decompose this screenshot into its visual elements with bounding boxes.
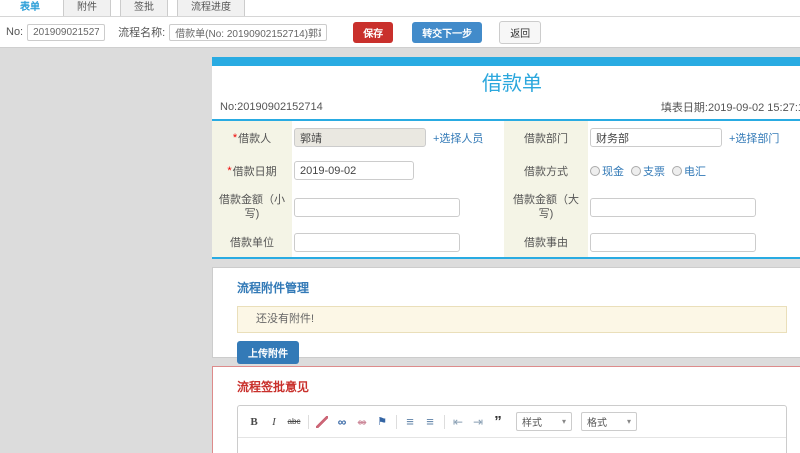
amount-small-input[interactable] [294, 197, 460, 217]
save-button[interactable]: 保存 [353, 21, 394, 43]
amount-small-label: 借款金额（小写) [212, 187, 292, 227]
approval-heading: 流程签批意见 [237, 380, 310, 394]
ordered-list-icon[interactable]: ≡ [402, 414, 418, 429]
loan-reason-input[interactable] [590, 232, 756, 252]
amount-small-cell [292, 187, 504, 227]
borrower-input[interactable] [294, 128, 426, 147]
styles-dropdown[interactable]: 样式 ▾ [516, 412, 572, 431]
borrower-cell: +选择人员 [292, 121, 504, 154]
select-department-link[interactable]: +选择部门 [729, 130, 779, 146]
card-top-strip [212, 57, 800, 66]
back-button[interactable]: 返回 [499, 20, 542, 44]
process-name-label: 流程名称: [118, 27, 166, 39]
outdent-icon[interactable]: ⇤ [450, 414, 466, 429]
tab-form[interactable]: 表单 [6, 0, 54, 16]
indent-icon[interactable]: ⇥ [470, 414, 486, 429]
department-input[interactable] [590, 128, 722, 147]
attachments-heading: 流程附件管理 [237, 281, 310, 295]
loan-method-label: 借款方式 [504, 154, 588, 187]
blockquote-icon[interactable]: ” [490, 414, 506, 429]
format-dropdown[interactable]: 格式 ▾ [581, 412, 637, 431]
amount-big-cell [588, 187, 800, 227]
toolbar-separator [444, 414, 445, 429]
department-label: 借款部门 [504, 121, 588, 154]
radio-wire[interactable]: 电汇 [672, 163, 706, 179]
link-icon[interactable]: ∞ [334, 414, 350, 429]
doc-meta-row: No:20190902152714 填表日期:2019-09-02 15:27:… [212, 97, 800, 119]
radio-cheque[interactable]: 支票 [631, 163, 665, 179]
loan-form-card: 借款单 No:20190902152714 填表日期:2019-09-02 15… [212, 57, 800, 259]
department-cell: +选择部门 [588, 121, 800, 154]
italic-icon[interactable]: I [266, 414, 282, 429]
radio-cheque-circle[interactable] [631, 165, 641, 176]
no-input[interactable] [27, 23, 106, 41]
chevron-down-icon: ▾ [561, 417, 566, 426]
radio-cash[interactable]: 现金 [590, 163, 624, 179]
approval-card: 流程签批意见 B I abc ∞ ∞ ⚑ ≡ ≡ ⇤ ⇥ ” 样式 ▾ 格式 ▾ [212, 366, 800, 453]
loan-unit-label: 借款单位 [212, 227, 292, 257]
select-person-link[interactable]: +选择人员 [433, 130, 483, 146]
loan-form-grid: * 借款人 +选择人员 借款部门 +选择部门 * 借款日期 [212, 121, 800, 257]
loan-reason-cell [588, 227, 800, 257]
page-title: 借款单 [482, 73, 542, 95]
upload-attachment-button[interactable]: 上传附件 [237, 341, 299, 364]
editor-content-area[interactable] [238, 438, 786, 453]
anchor-flag-icon[interactable]: ⚑ [374, 414, 390, 429]
forward-next-step-button[interactable]: 转交下一步 [412, 21, 483, 43]
page-background: 借款单 No:20190902152714 填表日期:2019-09-02 15… [0, 48, 800, 453]
top-tab-bar: 表单 附件 签批 流程进度 [0, 0, 800, 17]
tab-attachment[interactable]: 附件 [63, 0, 111, 16]
radio-wire-circle[interactable] [672, 165, 682, 176]
divider-bottom [212, 257, 800, 259]
tab-process-progress[interactable]: 流程进度 [177, 0, 245, 16]
unlink-icon[interactable]: ∞ [354, 414, 370, 429]
radio-cash-circle[interactable] [590, 165, 600, 176]
toolbar-separator [308, 414, 309, 429]
loan-reason-label: 借款事由 [504, 227, 588, 257]
chevron-down-icon: ▾ [626, 417, 631, 426]
loan-date-input[interactable] [294, 161, 414, 180]
editor-toolbar: B I abc ∞ ∞ ⚑ ≡ ≡ ⇤ ⇥ ” 样式 ▾ 格式 ▾ [238, 406, 786, 438]
loan-date-cell [292, 154, 504, 187]
tab-approval[interactable]: 签批 [120, 0, 168, 16]
action-toolbar: No: 流程名称: 保存 转交下一步 返回 [0, 17, 800, 48]
loan-date-label: * 借款日期 [212, 154, 292, 187]
amount-big-label: 借款金额（大写) [504, 187, 588, 227]
doc-number: No:20190902152714 [220, 101, 323, 113]
fill-date: 填表日期:2019-09-02 15:27:1 [660, 102, 800, 114]
loan-unit-input[interactable] [294, 232, 460, 252]
strikethrough-icon[interactable]: abc [286, 414, 302, 429]
rich-text-editor: B I abc ∞ ∞ ⚑ ≡ ≡ ⇤ ⇥ ” 样式 ▾ 格式 ▾ [237, 405, 787, 453]
bold-icon[interactable]: B [246, 414, 262, 429]
process-name-input[interactable] [169, 23, 328, 41]
no-attachments-alert: 还没有附件! [237, 306, 787, 333]
bullet-list-icon[interactable]: ≡ [422, 414, 438, 429]
loan-method-cell: 现金 支票 电汇 [588, 154, 800, 187]
no-label: No: [6, 26, 24, 38]
loan-unit-cell [292, 227, 504, 257]
borrower-label: * 借款人 [212, 121, 292, 154]
remove-format-icon[interactable] [314, 414, 330, 429]
attachments-card: 流程附件管理 还没有附件! 上传附件 [212, 267, 800, 364]
amount-big-input[interactable] [590, 197, 756, 217]
toolbar-separator [396, 414, 397, 429]
